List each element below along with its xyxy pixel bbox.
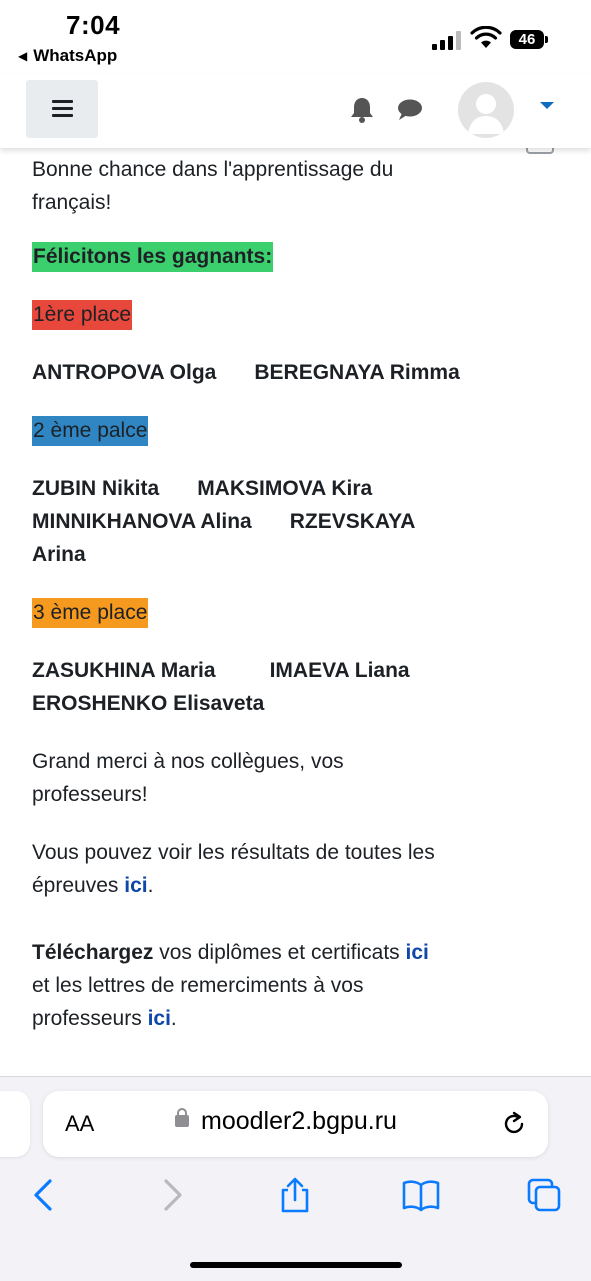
- text-size-button[interactable]: AA: [65, 1111, 94, 1137]
- reload-icon[interactable]: [501, 1111, 527, 1137]
- results-end: .: [147, 874, 154, 897]
- user-avatar[interactable]: [458, 82, 514, 138]
- home-indicator: [190, 1262, 402, 1268]
- winner-name: RZEVSKAYA: [289, 510, 416, 533]
- battery-icon: 46: [510, 30, 548, 49]
- lock-icon: [175, 1108, 189, 1127]
- back-icon[interactable]: [26, 1177, 62, 1213]
- winner-name: ZUBIN Nikita: [32, 477, 160, 500]
- chat-icon[interactable]: [396, 98, 424, 122]
- winner-name: Arina: [32, 543, 86, 566]
- results-link[interactable]: ici: [124, 874, 147, 897]
- place-1-label: 1ère place: [32, 300, 133, 330]
- results-text: Vous pouvez voir les résultats de toutes…: [32, 836, 562, 902]
- site-navbar: [0, 74, 591, 148]
- letters-line-2: professeurs: [32, 1007, 148, 1030]
- user-menu-caret-icon[interactable]: [540, 102, 554, 109]
- share-icon[interactable]: [277, 1177, 313, 1213]
- winner-name: MINNIKHANOVA Alina: [32, 510, 252, 533]
- winner-name: EROSHENKO Elisaveta: [32, 692, 265, 715]
- results-line-2: épreuves: [32, 874, 125, 897]
- winner-name: MAKSIMOVA Kira: [197, 477, 373, 500]
- safari-toolbar: AA moodler2.bgpu.ru: [0, 1076, 591, 1281]
- thanks-line-2: professeurs!: [32, 783, 148, 806]
- thanks-text: Grand merci à nos collègues, vos profess…: [32, 745, 562, 811]
- cellular-signal-icon: [432, 30, 462, 50]
- bookmarks-icon[interactable]: [401, 1177, 441, 1213]
- previous-tab-preview[interactable]: [0, 1091, 30, 1157]
- letters-link[interactable]: ici: [148, 1007, 171, 1030]
- back-app-label: WhatsApp: [33, 46, 118, 65]
- back-triangle-icon: ◀: [18, 49, 28, 63]
- letters-line: et les lettres de remerciments à vos: [32, 974, 364, 997]
- tabs-icon[interactable]: [526, 1177, 562, 1213]
- thanks-line-1: Grand merci à nos collègues, vos: [32, 750, 344, 773]
- diplomas-link[interactable]: ici: [405, 941, 428, 964]
- url-text[interactable]: moodler2.bgpu.ru: [201, 1107, 397, 1136]
- results-line-1: Vous pouvez voir les résultats de toutes…: [32, 841, 435, 864]
- post-content: Bonne chance dans l'apprentissage du fra…: [32, 148, 562, 1035]
- place-2-label: 2 ème palce: [32, 416, 149, 446]
- letters-end: .: [170, 1007, 177, 1030]
- place-1-names: ANTROPOVA Olga BEREGNAYA Rimma: [32, 356, 562, 389]
- ios-status-bar: 7:04 ◀ WhatsApp 46: [0, 0, 591, 74]
- download-text-span: vos diplômes et certificats: [153, 941, 406, 964]
- intro-text: Bonne chance dans l'apprentissage du fra…: [32, 153, 562, 219]
- back-to-app-link[interactable]: ◀ WhatsApp: [18, 46, 117, 66]
- wifi-icon: [470, 26, 502, 48]
- download-bold: Téléchargez: [32, 941, 154, 964]
- status-time: 7:04: [66, 10, 121, 40]
- bell-icon[interactable]: [349, 96, 375, 124]
- winner-name: ZASUKHINA Maria: [32, 659, 216, 682]
- place-2-names: ZUBIN Nikita MAKSIMOVA Kira MINNIKHANOVA …: [32, 472, 562, 571]
- winner-name: BEREGNAYA Rimma: [254, 361, 460, 384]
- winner-name: IMAEVA Liana: [269, 659, 410, 682]
- download-text: Téléchargez vos diplômes et certificats …: [32, 936, 562, 1035]
- place-3-names: ZASUKHINA Maria IMAEVA Liana EROSHENKO El…: [32, 654, 562, 720]
- intro-line-1: Bonne chance dans l'apprentissage du: [32, 158, 394, 181]
- congrats-heading: Félicitons les gagnants:: [32, 242, 274, 272]
- intro-line-2: français!: [32, 191, 112, 214]
- place-3-label: 3 ème place: [32, 598, 149, 628]
- address-bar[interactable]: AA moodler2.bgpu.ru: [43, 1091, 548, 1157]
- forward-icon[interactable]: [154, 1177, 190, 1213]
- hamburger-icon[interactable]: [26, 80, 98, 138]
- winner-name: ANTROPOVA Olga: [32, 361, 217, 384]
